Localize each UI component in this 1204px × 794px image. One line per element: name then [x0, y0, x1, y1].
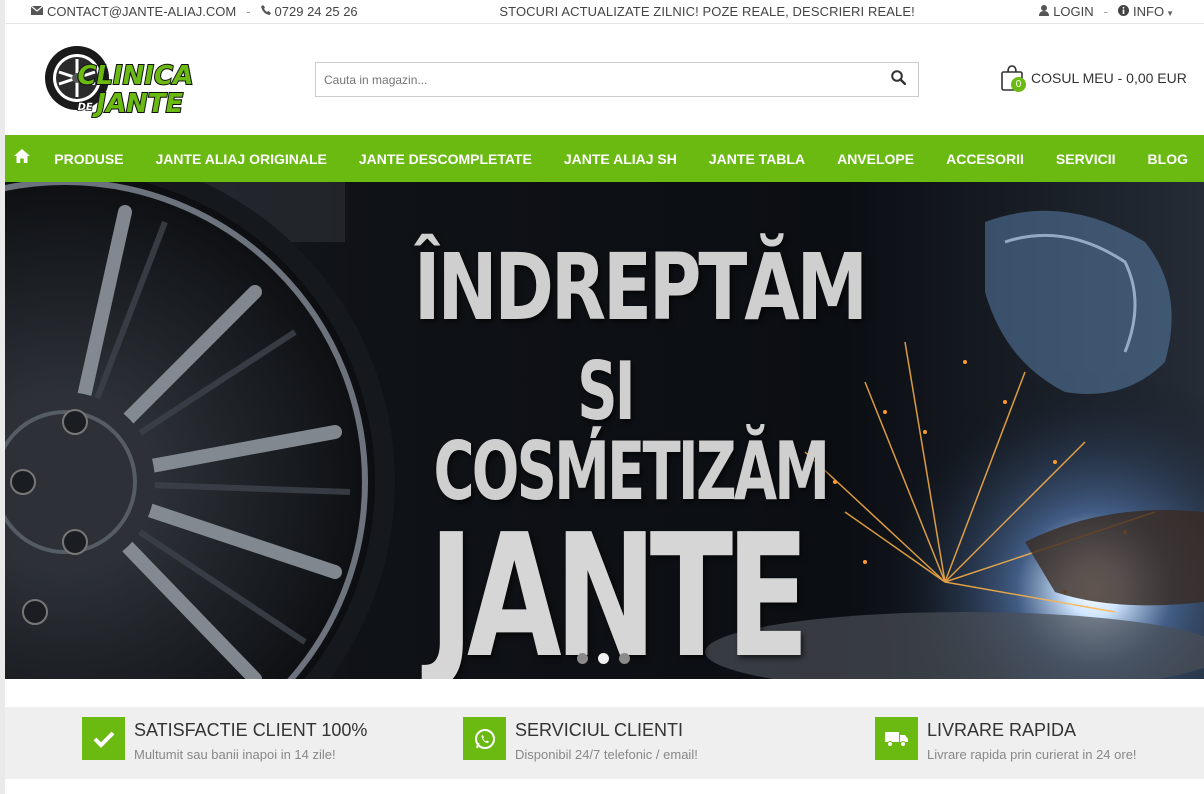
promo-text: STOCURI ACTUALIZATE ZILNIC! POZE REALE, … [499, 4, 915, 19]
nav-item-blog[interactable]: BLOG [1132, 151, 1204, 167]
feature-subtitle: Livrare rapida prin curierat in 24 ore! [927, 747, 1137, 762]
feature-title: SERVICIUL CLIENTI [515, 720, 684, 740]
login-link[interactable]: LOGIN [1053, 4, 1093, 19]
nav-item-anvelope[interactable]: ANVELOPE [821, 151, 930, 167]
nav-item-servicii[interactable]: SERVICII [1040, 151, 1132, 167]
check-icon [82, 717, 125, 760]
nav-home[interactable] [5, 149, 38, 168]
whatsapp-icon [463, 717, 506, 760]
hero-headline: ÎNDREPTĂM ȘI COSMETIZĂM JANTE [360, 234, 868, 680]
truck-icon [875, 717, 918, 760]
logo-text-jante: JANTE [91, 89, 185, 118]
feature-satisfaction: SATISFACTIE CLIENT 100% Multumit sau ban… [82, 717, 367, 762]
slider-dot-3[interactable] [619, 653, 630, 664]
logo-text-clinica: CLINICA [74, 61, 193, 91]
cart-count-badge: 0 [1011, 77, 1026, 92]
nav-item-jante-aliaj-originale[interactable]: JANTE ALIAJ ORIGINALE [140, 151, 343, 167]
slider-dots [577, 653, 630, 664]
slider-dot-1[interactable] [577, 653, 588, 664]
info-icon [1118, 4, 1130, 19]
search-button[interactable] [878, 63, 918, 96]
feature-title: LIVRARE RAPIDA [927, 720, 1077, 740]
contact-phone-link[interactable]: 0729 24 25 26 [275, 4, 358, 19]
contact-info: CONTACT@JANTE-ALIAJ.COM - 0729 24 25 26 [5, 4, 425, 19]
cart-button[interactable]: 0 COSUL MEU - 0,00 EUR [1001, 65, 1187, 92]
chevron-down-icon: ▼ [1166, 9, 1174, 18]
separator: - [1103, 4, 1109, 19]
cart-label: COSUL MEU - 0,00 EUR [1031, 70, 1187, 86]
nav-item-jante-aliaj-sh[interactable]: JANTE ALIAJ SH [548, 151, 693, 167]
search-bar [315, 62, 919, 97]
top-bar: CONTACT@JANTE-ALIAJ.COM - 0729 24 25 26 … [5, 0, 1204, 24]
hero-line-1: ÎNDREPTĂM [413, 234, 868, 341]
shopping-bag-icon: 0 [1001, 65, 1026, 92]
feature-title: SATISFACTIE CLIENT 100% [134, 720, 368, 740]
slider-dot-2[interactable] [598, 653, 609, 664]
site-logo[interactable]: CLINICA DE JANTE [43, 42, 197, 120]
nav-item-accesorii[interactable]: ACCESORII [930, 151, 1040, 167]
feature-customer-service: SERVICIUL CLIENTI Disponibil 24/7 telefo… [463, 717, 698, 762]
logo-text-de: DE [76, 102, 93, 113]
user-icon [1039, 4, 1050, 19]
features-bar: SATISFACTIE CLIENT 100% Multumit sau ban… [5, 707, 1204, 779]
nav-item-jante-tabla[interactable]: JANTE TABLA [693, 151, 821, 167]
nav-item-jante-descompletate[interactable]: JANTE DESCOMPLETATE [343, 151, 548, 167]
feature-subtitle: Multumit sau banii inapoi in 14 zile! [134, 747, 336, 762]
account-links: LOGIN - INFO ▼ [1039, 4, 1204, 19]
contact-email-link[interactable]: CONTACT@JANTE-ALIAJ.COM [47, 4, 236, 19]
hero-line-2: ȘI COSMETIZĂM [433, 345, 831, 518]
phone-icon [260, 5, 271, 18]
hero-slider[interactable]: ÎNDREPTĂM ȘI COSMETIZĂM JANTE [5, 182, 1204, 679]
search-input[interactable] [316, 63, 878, 96]
search-icon [890, 69, 906, 90]
main-nav: PRODUSE JANTE ALIAJ ORIGINALE JANTE DESC… [5, 135, 1204, 182]
envelope-icon [30, 5, 44, 18]
info-label: INFO [1133, 4, 1165, 19]
feature-fast-delivery: LIVRARE RAPIDA Livrare rapida prin curie… [875, 717, 1137, 762]
separator: - [246, 4, 251, 19]
header: CLINICA DE JANTE 0 COSUL MEU - 0,00 EUR [5, 24, 1204, 135]
info-dropdown[interactable]: INFO ▼ [1133, 4, 1174, 19]
nav-item-produse[interactable]: PRODUSE [38, 151, 139, 167]
home-icon [13, 149, 30, 168]
page: CONTACT@JANTE-ALIAJ.COM - 0729 24 25 26 … [0, 0, 1204, 794]
feature-subtitle: Disponibil 24/7 telefonic / email! [515, 747, 698, 762]
